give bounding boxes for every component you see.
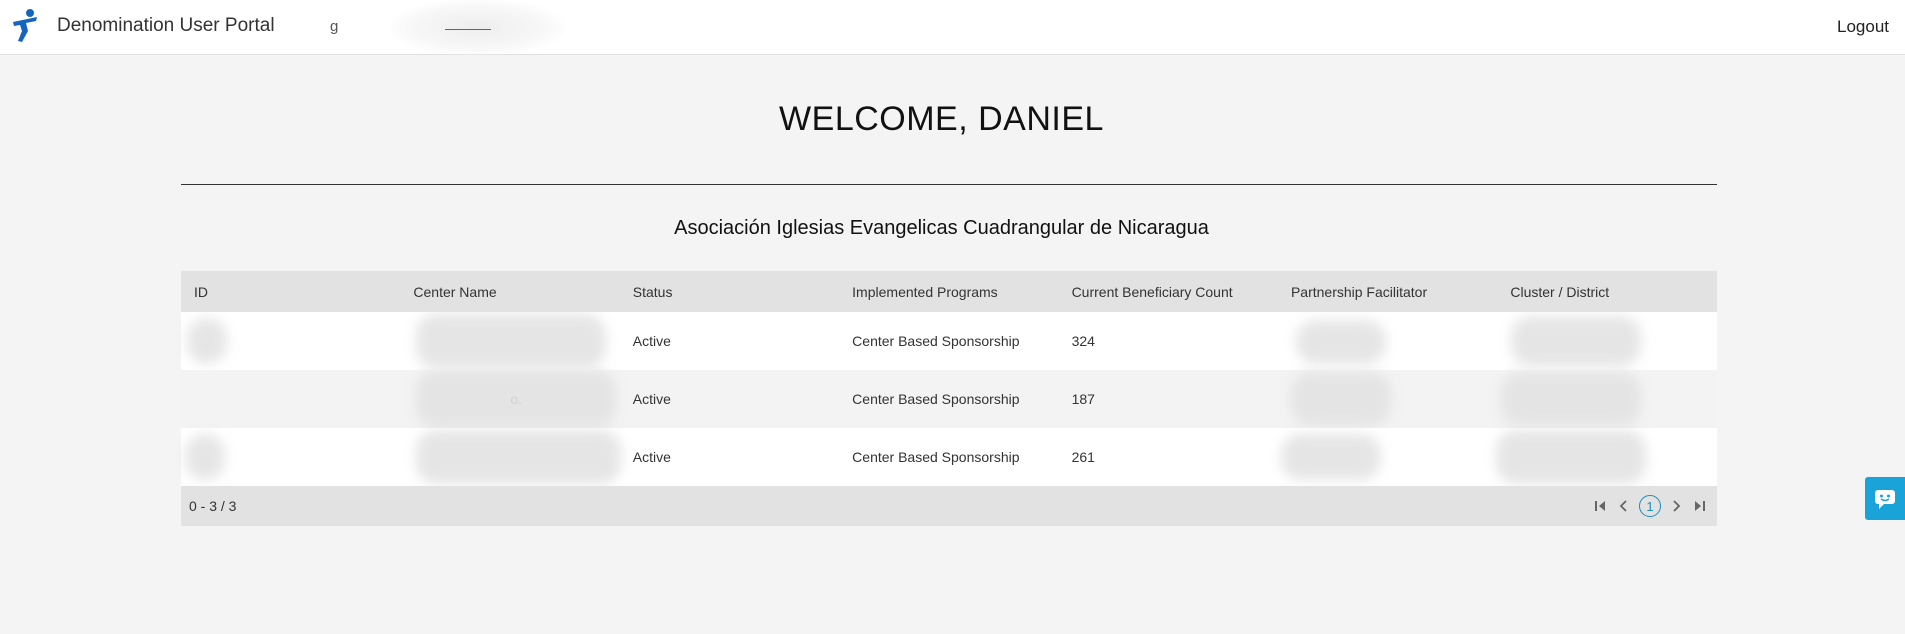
table-header: ID Center Name Status Implemented Progra… (181, 271, 1717, 312)
current-page[interactable]: 1 (1639, 495, 1661, 517)
column-header-status[interactable]: Status (620, 284, 839, 300)
redacted-cell (416, 314, 606, 368)
redacted-cell (1291, 372, 1391, 426)
last-page-icon[interactable] (1691, 497, 1709, 515)
redacted-cell (416, 370, 616, 428)
logout-button[interactable]: Logout (1837, 17, 1889, 37)
chat-icon (1875, 489, 1895, 509)
table-footer: 0 - 3 / 3 1 (181, 486, 1717, 526)
welcome-heading: WELCOME, DANIEL (779, 100, 1104, 138)
column-header-programs[interactable]: Implemented Programs (839, 284, 1058, 300)
redacted-cell (185, 434, 225, 480)
redacted-cell (1496, 430, 1646, 484)
chat-button[interactable] (1865, 477, 1905, 520)
organization-name: Asociación Iglesias Evangelicas Cuadrang… (674, 217, 1209, 239)
cell-status: Active (632, 449, 671, 465)
cell-status: Active (632, 391, 671, 407)
cell-programs: Center Based Sponsorship (852, 391, 1020, 407)
column-header-facilitator[interactable]: Partnership Facilitator (1278, 284, 1497, 300)
column-header-id[interactable]: ID (181, 284, 400, 300)
table-row[interactable]: o. Active Center Based Sponsorship 187 (181, 370, 1717, 428)
pagination-range: 0 - 3 / 3 (189, 498, 237, 514)
pagination: 1 (1591, 495, 1709, 517)
organization-underline (445, 29, 491, 30)
first-page-icon[interactable] (1591, 497, 1609, 515)
cell-count: 187 (1071, 391, 1095, 407)
redacted-cell (1501, 372, 1641, 426)
cell-programs: Center Based Sponsorship (852, 449, 1020, 465)
cell-count: 324 (1071, 333, 1095, 349)
redacted-cell (1296, 320, 1386, 364)
divider (181, 184, 1717, 185)
redacted-region (390, 0, 565, 55)
prev-page-icon[interactable] (1615, 497, 1633, 515)
redacted-cell (416, 430, 621, 484)
app-title[interactable]: Denomination User Portal (57, 15, 275, 37)
organization-short: g (330, 18, 339, 35)
cell-count: 261 (1071, 449, 1095, 465)
cell-status: Active (632, 333, 671, 349)
logo-icon[interactable] (9, 8, 41, 44)
column-header-center-name[interactable]: Center Name (400, 284, 619, 300)
table-row[interactable]: Active Center Based Sponsorship 324 (181, 312, 1717, 370)
redacted-cell (1511, 316, 1641, 366)
redacted-cell (1281, 434, 1381, 480)
redacted-cell (187, 318, 227, 364)
next-page-icon[interactable] (1667, 497, 1685, 515)
table-row[interactable]: Active Center Based Sponsorship 261 (181, 428, 1717, 486)
cell-programs: Center Based Sponsorship (852, 333, 1020, 349)
centers-table: ID Center Name Status Implemented Progra… (181, 271, 1717, 526)
top-bar: Denomination User Portal g Logout (0, 0, 1905, 55)
column-header-beneficiary-count[interactable]: Current Beneficiary Count (1059, 284, 1278, 300)
column-header-cluster[interactable]: Cluster / District (1497, 284, 1716, 300)
